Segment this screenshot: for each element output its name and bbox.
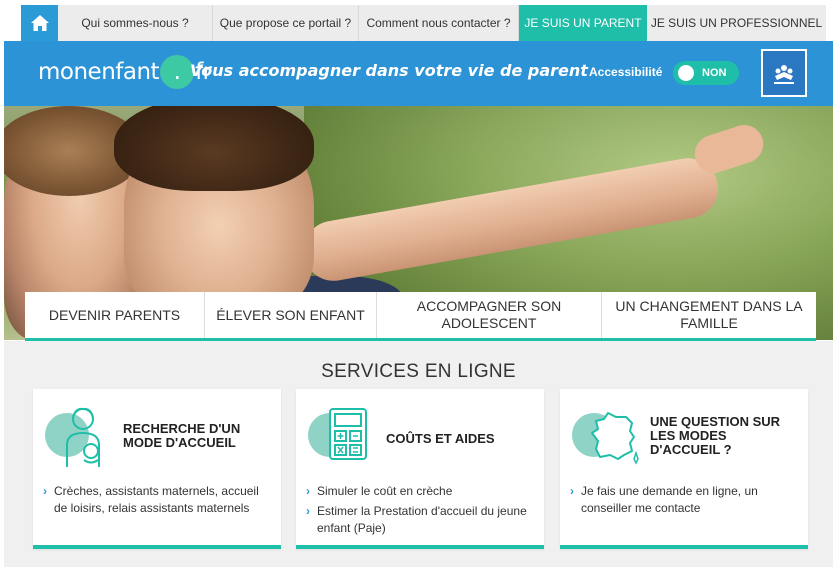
card-title: COÛTS ET AIDES (386, 431, 495, 446)
card-link-text: Simuler le coût en crèche (317, 484, 453, 498)
top-navigation-bar: Qui sommes-nous ? Que propose ce portail… (0, 0, 833, 41)
site-logo[interactable]: monenfant. fr (38, 55, 212, 89)
card-link[interactable]: › Crèches, assistants maternels, accueil … (43, 483, 275, 517)
card-link-text: Je fais une demande en ligne, un conseil… (581, 484, 758, 515)
category-changement-famille[interactable]: UN CHANGEMENT DANS LA FAMILLE (602, 292, 816, 338)
top-navigation-inner: Qui sommes-nous ? Que propose ce portail… (21, 5, 826, 41)
accessibility-toggle[interactable]: NON (673, 61, 739, 85)
chevron-right-icon: › (570, 484, 574, 498)
chevron-right-icon: › (306, 484, 310, 498)
card-link-text: Crèches, assistants maternels, accueil d… (54, 484, 259, 515)
card-title: RECHERCHE D'UN MODE D'ACCUEIL (123, 421, 241, 450)
calculator-icon (329, 408, 367, 460)
card-icon-wrap (572, 405, 639, 469)
caf-logo-inner (763, 51, 805, 95)
services-title: SERVICES EN LIGNE (321, 361, 516, 382)
card-icon-wrap (45, 405, 109, 469)
toggle-state: NON (702, 67, 727, 79)
card-link-text: Estimer la Prestation d'accueil du jeune… (317, 504, 527, 535)
card-links: › Je fais une demande en ligne, un consei… (570, 483, 802, 520)
service-card-couts-aides[interactable]: COÛTS ET AIDES › Simuler le coût en crèch… (296, 389, 544, 549)
topnav-contact[interactable]: Comment nous contacter ? (359, 5, 519, 41)
services-section: SERVICES EN LIGNE RECHERCHE D'UN MODE D'… (4, 341, 833, 567)
card-icon-wrap (308, 405, 372, 469)
chevron-right-icon: › (306, 504, 310, 518)
accessibility-label: Accessibilité (589, 65, 663, 79)
caf-logo[interactable] (761, 49, 807, 97)
category-adolescent[interactable]: ACCOMPAGNER SON ADOLESCENT (377, 292, 602, 338)
category-navigation: DEVENIR PARENTS ÉLEVER SON ENFANT ACCOMP… (25, 292, 816, 341)
chevron-right-icon: › (43, 484, 47, 498)
topnav-que-propose[interactable]: Que propose ce portail ? (213, 5, 359, 41)
card-title: UNE QUESTION SUR LES MODES D'ACCUEIL ? (650, 414, 781, 457)
card-link[interactable]: › Simuler le coût en crèche (306, 483, 538, 500)
category-elever-enfant[interactable]: ÉLEVER SON ENFANT (205, 292, 377, 338)
service-card-question[interactable]: UNE QUESTION SUR LES MODES D'ACCUEIL ? ›… (560, 389, 808, 549)
topnav-qui-sommes-nous[interactable]: Qui sommes-nous ? (58, 5, 213, 41)
childminder-icon (66, 407, 100, 467)
logo-dot: . (160, 55, 195, 89)
card-link[interactable]: › Estimer la Prestation d'accueil du jeun… (306, 503, 538, 537)
site-header: monenfant. fr Vous accompagner dans votre… (4, 41, 833, 106)
hero-child-right-hair (114, 106, 314, 191)
card-links: › Simuler le coût en crèche › Estimer la P… (306, 483, 538, 540)
topnav-parent-tab[interactable]: JE SUIS UN PARENT (519, 5, 647, 41)
category-devenir-parents[interactable]: DEVENIR PARENTS (25, 292, 205, 338)
logo-text-part1: monenfant (38, 59, 160, 85)
topnav-professionnel-tab[interactable]: JE SUIS UN PROFESSIONNEL (647, 5, 826, 41)
card-links: › Crèches, assistants maternels, accueil … (43, 483, 275, 520)
caf-emblem-icon (774, 65, 794, 84)
france-map-icon (591, 412, 639, 465)
card-link[interactable]: › Je fais une demande en ligne, un consei… (570, 483, 802, 517)
home-icon (30, 15, 49, 31)
service-card-mode-accueil[interactable]: RECHERCHE D'UN MODE D'ACCUEIL › Crèches, … (33, 389, 281, 549)
home-button[interactable] (21, 5, 58, 41)
toggle-knob (678, 65, 694, 81)
header-tagline: Vous accompagner dans votre vie de paren… (190, 61, 588, 80)
